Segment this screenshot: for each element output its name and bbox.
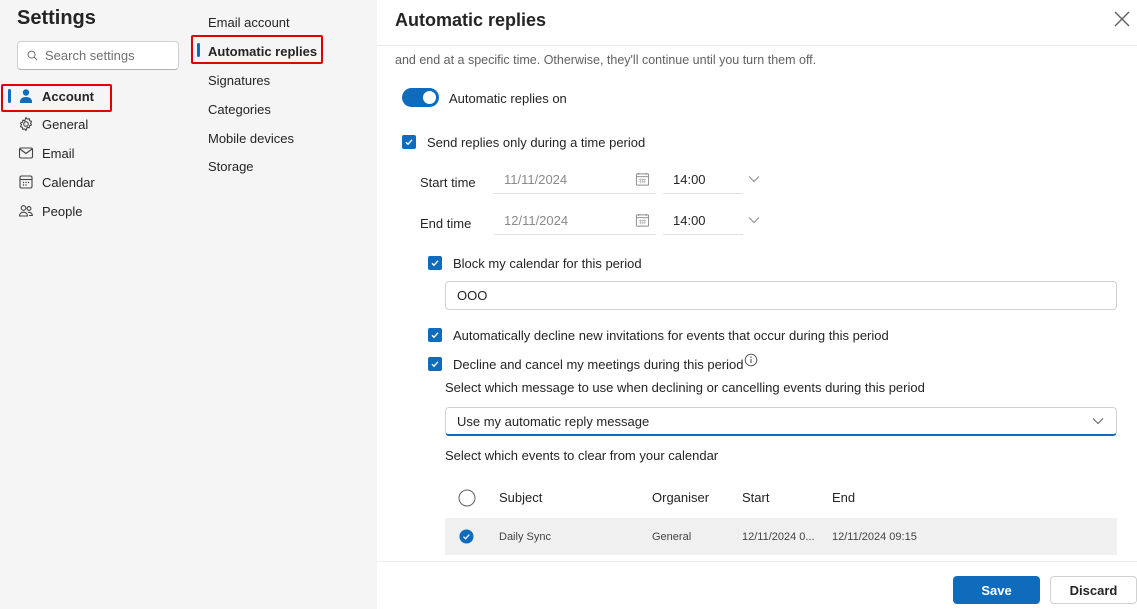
row-selected-check-icon[interactable] — [459, 529, 474, 544]
close-button[interactable] — [1113, 10, 1131, 28]
sidebar-item-people[interactable]: People — [0, 197, 195, 225]
search-placeholder: Search settings — [45, 48, 135, 63]
column-header-subject[interactable]: Subject — [499, 490, 542, 505]
close-icon — [1114, 11, 1130, 27]
checkmark-icon — [431, 361, 439, 368]
subnav-item-signatures[interactable]: Signatures — [208, 73, 270, 88]
column-header-end[interactable]: End — [832, 490, 855, 505]
settings-title: Settings — [17, 7, 96, 29]
cell-end: 12/11/2024 09:15 — [832, 531, 917, 543]
block-calendar-title-value: OOO — [457, 288, 488, 303]
save-button[interactable]: Save — [953, 576, 1040, 604]
sidebar-item-label: People — [42, 203, 83, 219]
calendar-icon[interactable] — [635, 213, 650, 228]
start-date-value: 11/11/2024 — [504, 172, 568, 187]
start-time-value: 14:00 — [673, 172, 706, 187]
account-subnav: Email account Automatic replies Signatur… — [191, 0, 377, 609]
search-icon — [27, 50, 38, 61]
column-header-organiser[interactable]: Organiser — [652, 490, 709, 505]
description-text: and end at a specific time. Otherwise, t… — [395, 53, 817, 67]
start-date-field[interactable]: 11/11/2024 — [494, 166, 656, 194]
panel-title: Automatic replies — [395, 10, 547, 30]
discard-button[interactable]: Discard — [1050, 576, 1137, 604]
block-calendar-title-input[interactable]: OOO — [445, 281, 1117, 310]
block-calendar-label: Block my calendar for this period — [453, 256, 642, 271]
checkmark-icon — [431, 332, 439, 339]
time-period-checkbox[interactable] — [402, 135, 416, 149]
sidebar-item-email[interactable]: Email — [0, 139, 195, 167]
cell-start: 12/11/2024 0... — [742, 531, 815, 543]
checkmark-icon — [405, 139, 413, 146]
toggle-label: Automatic replies on — [449, 91, 567, 106]
decline-cancel-meetings-label: Decline and cancel my meetings during th… — [453, 357, 744, 372]
sidebar-item-label: Calendar — [42, 174, 95, 190]
decline-new-invitations-checkbox[interactable] — [428, 328, 442, 342]
sidebar-item-label: Email — [42, 145, 75, 161]
mail-icon — [17, 144, 35, 162]
end-date-field[interactable]: 12/11/2024 — [494, 207, 656, 235]
gear-icon — [17, 115, 35, 133]
cell-organiser: General — [652, 531, 692, 543]
chevron-down-icon[interactable] — [748, 216, 760, 224]
subnav-item-categories[interactable]: Categories — [208, 102, 271, 117]
start-time-label: Start time — [420, 175, 476, 190]
events-select-label: Select which events to clear from your c… — [445, 448, 719, 463]
automatic-replies-toggle[interactable] — [402, 88, 439, 107]
end-time-value: 14:00 — [673, 213, 706, 228]
time-period-label: Send replies only during a time period — [427, 135, 646, 150]
sidebar-item-general[interactable]: General — [0, 110, 195, 138]
select-all-radio[interactable] — [458, 489, 476, 507]
cell-subject: Daily Sync — [499, 531, 551, 543]
search-settings-input[interactable]: Search settings — [17, 41, 179, 70]
settings-sidebar: Settings Search settings Account General… — [0, 0, 195, 609]
checkmark-icon — [431, 260, 439, 267]
end-time-dropdown[interactable]: 14:00 — [663, 207, 743, 235]
end-date-value: 12/11/2024 — [504, 213, 569, 228]
decline-message-value: Use my automatic reply message — [457, 413, 650, 429]
info-icon[interactable] — [744, 353, 758, 367]
highlight-box-account — [1, 84, 112, 112]
highlight-box-automatic-replies — [191, 35, 323, 64]
header-divider — [377, 45, 1137, 46]
start-time-dropdown[interactable]: 14:00 — [663, 166, 743, 194]
footer-divider — [377, 561, 1137, 562]
decline-cancel-meetings-checkbox[interactable] — [428, 357, 442, 371]
subnav-item-mobile-devices[interactable]: Mobile devices — [208, 131, 294, 146]
subnav-item-email-account[interactable]: Email account — [208, 15, 290, 30]
chevron-down-icon — [1092, 418, 1104, 425]
calendar-icon — [17, 173, 35, 191]
people-icon — [17, 202, 35, 220]
calendar-icon[interactable] — [635, 172, 650, 187]
block-calendar-checkbox[interactable] — [428, 256, 442, 270]
message-select-label: Select which message to use when declini… — [445, 380, 925, 395]
sidebar-item-calendar[interactable]: Calendar — [0, 168, 195, 196]
decline-new-invitations-label: Automatically decline new invitations fo… — [453, 328, 889, 343]
chevron-down-icon[interactable] — [748, 175, 760, 183]
column-header-start[interactable]: Start — [742, 490, 769, 505]
sidebar-item-label: General — [42, 116, 89, 132]
decline-message-dropdown[interactable]: Use my automatic reply message — [445, 407, 1117, 436]
automatic-replies-panel: Automatic replies and end at a specific … — [377, 0, 1137, 609]
end-time-label: End time — [420, 216, 472, 231]
subnav-item-storage[interactable]: Storage — [208, 159, 254, 174]
